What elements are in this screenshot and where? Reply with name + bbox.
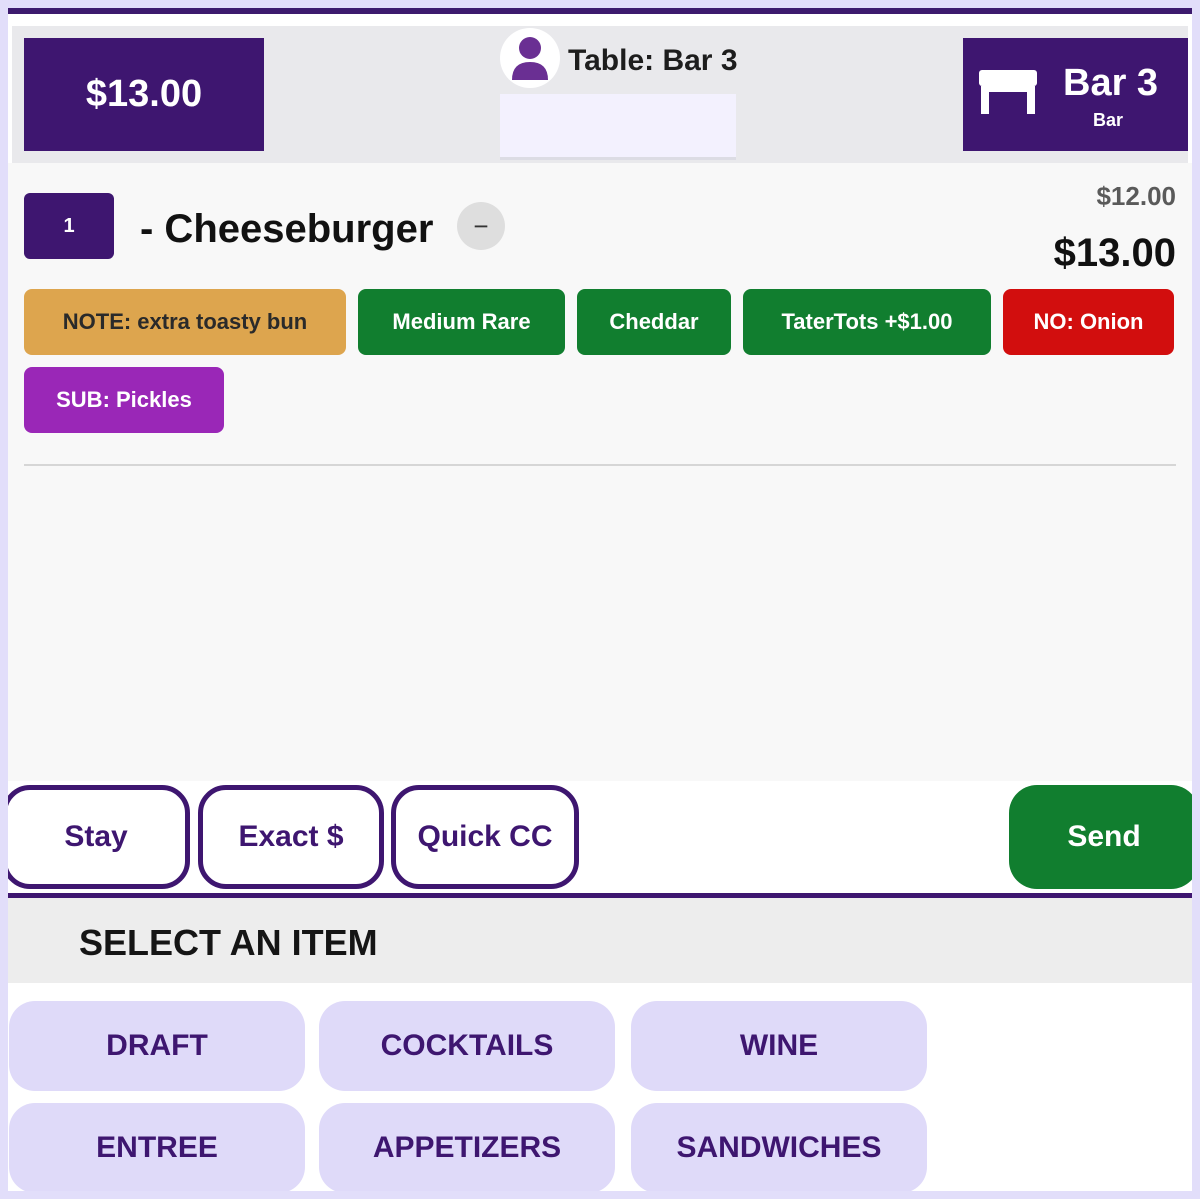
station-button[interactable]: Bar 3 Bar [963,38,1188,151]
modifier-note[interactable]: NOTE: extra toasty bun [24,289,346,355]
quick-cc-button[interactable]: Quick CC [391,785,579,889]
modifier-add[interactable]: Cheddar [577,289,731,355]
table-icon [977,64,1039,116]
pos-screen: $13.00 Table: Bar 3 Bar 3 Bar 1 - Cheese [8,8,1192,1191]
station-name: Bar 3 [1063,62,1159,104]
modifier-sub[interactable]: SUB: Pickles [24,367,224,433]
category-entree[interactable]: ENTREE [9,1103,305,1191]
guest-name-field[interactable] [500,94,736,160]
menu-header: SELECT AN ITEM [8,898,1192,983]
stay-button[interactable]: Stay [8,785,190,889]
modifier-add[interactable]: TaterTots +$1.00 [743,289,991,355]
category-sandwiches[interactable]: SANDWICHES [631,1103,927,1191]
user-icon[interactable] [500,28,560,88]
category-appetizers[interactable]: APPETIZERS [319,1103,615,1191]
menu-title: SELECT AN ITEM [79,922,378,963]
order-total-button[interactable]: $13.00 [24,38,264,151]
quantity-button[interactable]: 1 [24,193,114,259]
item-name[interactable]: - Cheeseburger [140,207,433,252]
order-list: 1 - Cheeseburger − $12.00 $13.00 NOTE: e… [8,163,1192,781]
top-divider [8,8,1192,14]
station-type: Bar [1092,110,1123,130]
quantity-value: 1 [63,214,75,237]
table-info: Table: Bar 3 [500,28,738,161]
modifier-no[interactable]: NO: Onion [1003,289,1174,355]
item-line-total: $13.00 [1053,231,1176,275]
category-cocktails[interactable]: COCKTAILS [319,1001,615,1091]
category-draft[interactable]: DRAFT [9,1001,305,1091]
item-divider [24,464,1176,466]
table-label: Table: Bar 3 [568,44,738,77]
modifier-add[interactable]: Medium Rare [358,289,565,355]
category-wine[interactable]: WINE [631,1001,927,1091]
minus-icon[interactable]: − [457,202,505,250]
exact-cash-button[interactable]: Exact $ [198,785,384,889]
order-total-amount: $13.00 [85,73,203,115]
send-button[interactable]: Send [1009,785,1192,889]
item-base-price: $12.00 [1096,181,1176,211]
